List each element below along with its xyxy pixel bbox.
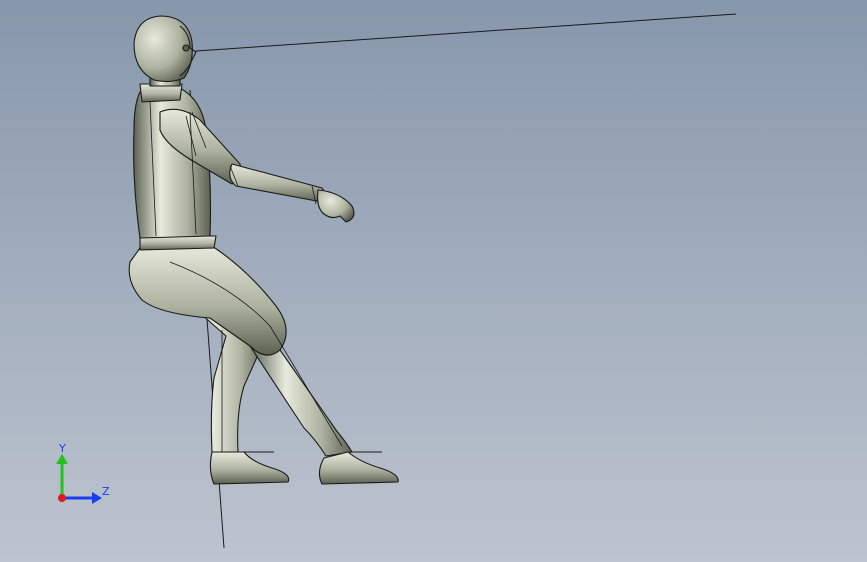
- y-axis-arrowhead: [56, 454, 68, 464]
- axis-triad: Y Z: [48, 440, 118, 510]
- viewport-background: [0, 0, 867, 562]
- collar: [139, 83, 183, 103]
- 3d-model-view[interactable]: [0, 0, 867, 562]
- eye: [182, 44, 190, 52]
- xz-plane-wedge: [62, 478, 94, 498]
- graphics-viewport[interactable]: Y Z: [0, 0, 867, 562]
- y-axis-label: Y: [59, 442, 66, 455]
- z-axis-arrowhead: [92, 492, 102, 504]
- x-axis-dot: [58, 494, 66, 502]
- z-axis-label: Z: [102, 485, 110, 498]
